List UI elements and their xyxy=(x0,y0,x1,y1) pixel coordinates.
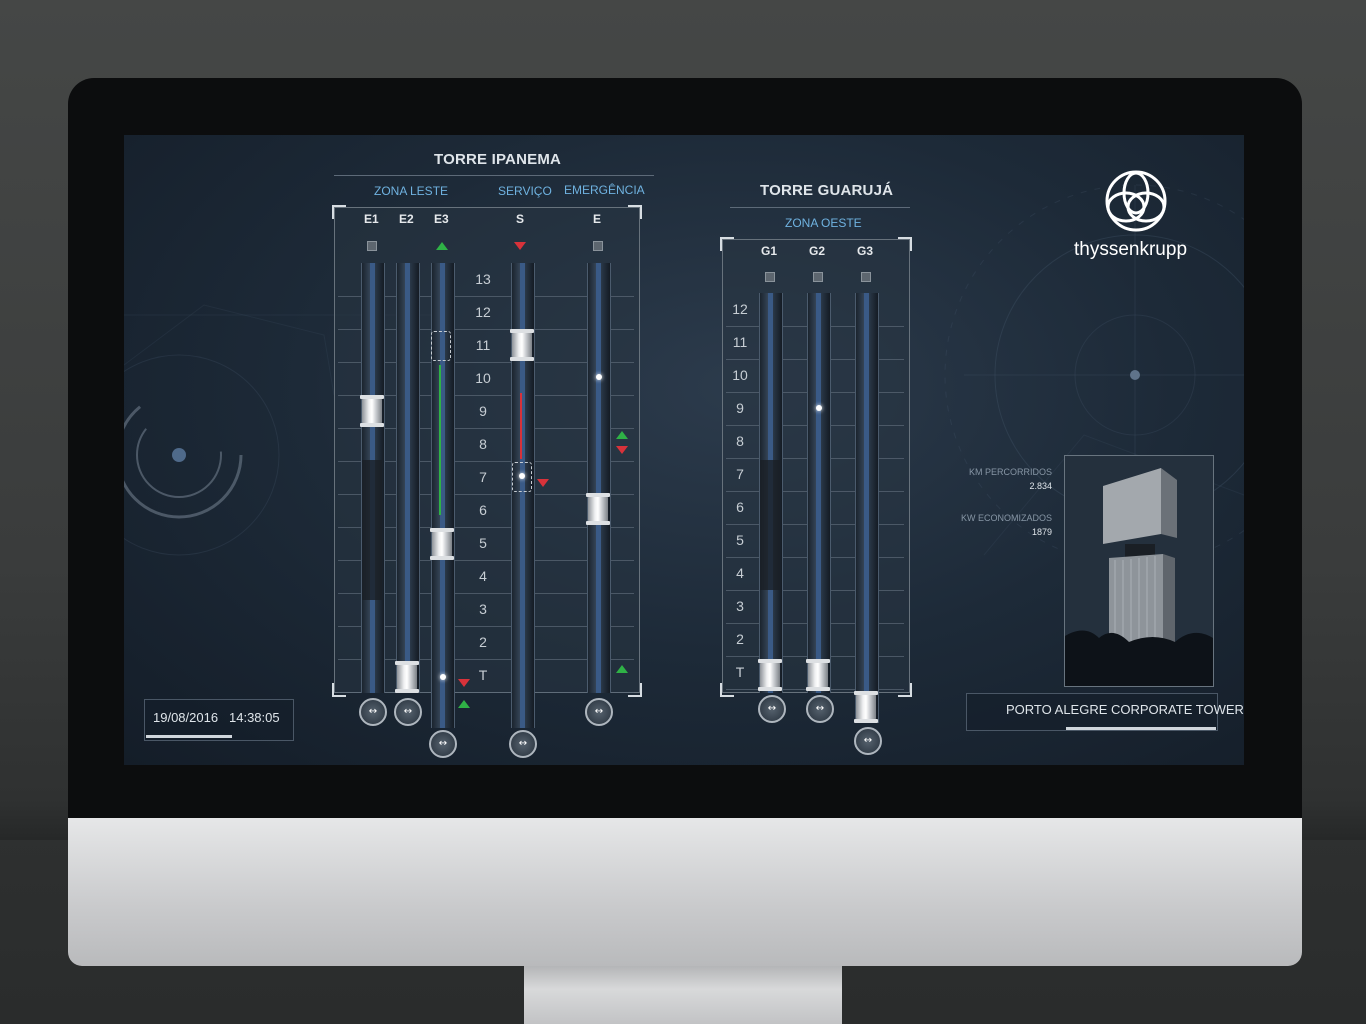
call-indicator-e xyxy=(593,241,603,251)
right-floor-label: 3 xyxy=(736,598,744,614)
door-button-g2[interactable]: ↔ xyxy=(806,695,834,723)
elevator-car-g1[interactable] xyxy=(758,659,782,691)
right-floor-label: 4 xyxy=(736,565,744,581)
left-floor-label: 4 xyxy=(479,568,487,584)
position-marker-g2 xyxy=(816,405,822,411)
status-date: 19/08/2016 xyxy=(153,710,219,725)
position-marker-e xyxy=(596,374,602,380)
col-g1: G1 xyxy=(761,244,778,258)
brand-logo-text: thyssenkrupp xyxy=(1074,239,1188,260)
shaft-g2 xyxy=(807,293,831,693)
call-down-t-icon xyxy=(458,679,470,687)
right-floor-label: 6 xyxy=(736,499,744,515)
right-floor-label: T xyxy=(735,664,745,680)
left-tower-title: TORRE IPANEMA xyxy=(434,151,562,168)
monitor-chin xyxy=(68,818,1302,966)
arrow-up-icon xyxy=(436,242,448,250)
elevator-car-g2[interactable] xyxy=(806,659,830,691)
left-floor-label: T xyxy=(478,667,488,683)
stat-km-value: 2.834 xyxy=(1029,481,1052,491)
screen: TORRE IPANEMA ZONA LESTE SERVIÇO EMERGÊN… xyxy=(124,135,1244,765)
zone-leste-label: ZONA LESTE xyxy=(374,184,449,198)
elevator-car-g3[interactable] xyxy=(854,691,878,723)
left-floor-label: 8 xyxy=(479,436,487,452)
position-marker-e3 xyxy=(440,674,446,680)
left-floor-label: 3 xyxy=(479,601,487,617)
building-image xyxy=(1064,455,1214,687)
call-indicator-g3 xyxy=(861,272,871,282)
shaft-g3 xyxy=(855,293,879,723)
call-down-8-icon xyxy=(616,446,628,454)
elevator-car-e[interactable] xyxy=(586,493,610,525)
col-e: E xyxy=(593,212,602,226)
travel-path-down xyxy=(520,393,522,459)
shaft-e xyxy=(587,263,611,693)
radar-center xyxy=(172,448,186,462)
arrow-down-icon xyxy=(514,242,526,250)
elevator-car-e2[interactable] xyxy=(395,661,419,693)
right-floor-label: 8 xyxy=(736,433,744,449)
left-floor-label: 7 xyxy=(479,469,487,485)
shaft-e2 xyxy=(396,263,420,693)
call-indicator-e1 xyxy=(367,241,377,251)
right-floor-label: 12 xyxy=(732,301,748,317)
col-e3: E3 xyxy=(434,212,449,226)
tk-logo-icon xyxy=(1105,170,1167,232)
call-indicator-g1 xyxy=(765,272,775,282)
right-floor-label: 2 xyxy=(736,631,744,647)
col-e1: E1 xyxy=(364,212,379,226)
call-up-8-icon xyxy=(616,431,628,439)
door-button-g1[interactable]: ↔ xyxy=(758,695,786,723)
door-button-g3[interactable]: ↔ xyxy=(854,727,882,755)
stat-km-label: KM PERCORRIDOS xyxy=(968,467,1052,477)
zone-servico-label: SERVIÇO xyxy=(498,184,552,198)
door-button-s[interactable]: ↔ xyxy=(509,730,537,758)
call-down-7-icon xyxy=(537,479,549,487)
stat-kw-label: KW ECONOMIZADOS xyxy=(960,513,1052,523)
call-up-t-icon xyxy=(616,665,628,673)
right-floor-label: 9 xyxy=(736,400,744,416)
col-e2: E2 xyxy=(399,212,414,226)
call-up-t2-icon xyxy=(458,700,470,708)
position-marker-s xyxy=(519,473,525,479)
monitor-stand xyxy=(524,966,842,1024)
right-floor-label: 11 xyxy=(732,334,748,350)
col-g2: G2 xyxy=(809,244,826,258)
left-floor-label: 11 xyxy=(475,337,491,353)
datetime-progress xyxy=(146,735,232,738)
status-time: 14:38:05 xyxy=(229,710,280,725)
stat-kw-value: 1879 xyxy=(1031,527,1052,537)
right-floor-label: 10 xyxy=(732,367,748,383)
right-tower-title: TORRE GUARUJÁ xyxy=(760,182,894,199)
elevator-target-e3 xyxy=(431,331,451,361)
left-floor-label: 5 xyxy=(479,535,487,551)
elevator-car-e3[interactable] xyxy=(430,528,454,560)
left-floor-label: 9 xyxy=(479,403,487,419)
door-button-e3[interactable]: ↔ xyxy=(429,730,457,758)
travel-path-up xyxy=(439,365,441,515)
col-s: S xyxy=(516,212,525,226)
zone-emergencia-label: EMERGÊNCIA xyxy=(564,183,645,197)
right-floor-label: 7 xyxy=(736,466,744,482)
zone-oeste-label: ZONA OESTE xyxy=(785,216,862,230)
left-floor-label: 6 xyxy=(479,502,487,518)
project-name: PORTO ALEGRE CORPORATE TOWERS xyxy=(1006,702,1244,717)
door-button-e[interactable]: ↔ xyxy=(585,698,613,726)
left-floor-label: 13 xyxy=(475,271,491,287)
elevator-car-s[interactable] xyxy=(510,329,534,361)
left-floor-label: 2 xyxy=(479,634,487,650)
right-floor-label: 5 xyxy=(736,532,744,548)
left-floor-label: 10 xyxy=(475,370,491,386)
col-g3: G3 xyxy=(857,244,874,258)
call-indicator-g2 xyxy=(813,272,823,282)
door-button-e1[interactable]: ↔ xyxy=(359,698,387,726)
door-button-e2[interactable]: ↔ xyxy=(394,698,422,726)
project-progress xyxy=(1066,727,1216,730)
left-floor-label: 12 xyxy=(475,304,491,320)
elevator-car-e1[interactable] xyxy=(360,395,384,427)
